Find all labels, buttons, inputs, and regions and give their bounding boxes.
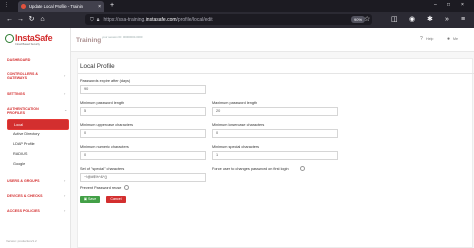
browser-tab[interactable]: Update Local Profile - Trainin × [18, 1, 104, 12]
account-icon[interactable]: ◉ [409, 14, 415, 25]
prevent-reuse-checkbox[interactable] [124, 185, 129, 190]
chevron-right-icon: › [64, 193, 66, 198]
force-change-label: Force user to changes password on first … [212, 167, 289, 171]
nav-devices-checks[interactable]: DEVICES & CHECKS [7, 194, 43, 198]
form-title: Local Profile [80, 63, 115, 70]
url-bar[interactable]: ⛉ 🔒︎ https://ssa-training.instasafe.com/… [85, 14, 372, 25]
nav-dashboard[interactable]: DASHBOARD [7, 58, 30, 62]
minimize-icon[interactable]: – [434, 1, 437, 10]
user-label[interactable]: Me [453, 37, 458, 41]
cancel-button[interactable]: Cancel [106, 196, 126, 203]
password-expiry-label: Passwords expire after (days) [80, 79, 131, 83]
chevron-right-icon: › [64, 73, 66, 78]
chevron-right-icon: › [64, 91, 66, 96]
max-length-label: Maximum password length [212, 101, 258, 105]
min-lowercase-input[interactable]: 0 [212, 129, 338, 138]
home-icon[interactable]: ⌂ [37, 15, 48, 25]
instasafe-logo: InstaSafe Cloud Based Security [5, 33, 53, 48]
nav-settings[interactable]: SETTINGS [7, 92, 25, 96]
nav-item-google[interactable]: Google [13, 162, 25, 166]
special-chars-label: Set of "special" characters [80, 167, 125, 171]
min-numeric-label: Minimum numeric characters [80, 145, 129, 149]
main-content: Local Profile Passwords expire after (da… [71, 52, 474, 248]
user-icon[interactable]: ● [447, 36, 450, 42]
prevent-reuse-label: Prevent Password reuse [80, 186, 122, 190]
min-special-label: Minimum special characters [212, 145, 260, 149]
app-header: Training your session ID: 00000000-0000 … [71, 28, 474, 52]
nav-access-policies[interactable]: ACCESS POLICIES [7, 209, 40, 213]
min-uppercase-label: Minimum uppercase characters [80, 123, 133, 127]
shield-icon[interactable]: ⛉ [90, 17, 94, 23]
max-length-input[interactable]: 20 [212, 107, 338, 116]
panel-divider [78, 73, 474, 74]
help-label[interactable]: Help [426, 37, 433, 41]
local-profile-panel: Local Profile Passwords expire after (da… [77, 58, 474, 248]
force-change-checkbox[interactable] [300, 166, 305, 171]
min-special-input[interactable]: 1 [212, 151, 338, 160]
save-icon: ▣ [83, 197, 87, 201]
maximize-icon[interactable]: □ [447, 1, 450, 10]
chevron-right-icon: › [64, 208, 66, 213]
new-tab-button[interactable]: + [110, 2, 114, 10]
browser-menu-icon[interactable]: ⋮ [4, 1, 9, 10]
nav-users-groups[interactable]: USERS & GROUPS [7, 179, 40, 183]
special-chars-input[interactable]: ~!@#$%^&*() [80, 173, 206, 182]
password-expiry-input[interactable]: 90 [80, 85, 206, 94]
min-uppercase-input[interactable]: 0 [80, 129, 206, 138]
browser-tab-bar: ⋮ Update Local Profile - Trainin × + – □… [0, 0, 474, 12]
tab-close-icon[interactable]: × [98, 4, 101, 10]
nav-auth-label-2: PROFILES [7, 111, 25, 115]
page-title: Training [76, 37, 102, 44]
url-text[interactable]: https://ssa-training.instasafe.com/profi… [103, 17, 212, 23]
nav-controllers-gateways[interactable]: CONTROLLERS & GATEWAYS [7, 72, 38, 80]
min-length-label: Minimum password length [80, 101, 125, 105]
nav-item-radius[interactable]: RADIUS [13, 152, 27, 156]
nav-item-active-directory[interactable]: Active Directory [13, 132, 40, 136]
more-icon[interactable]: » [445, 14, 449, 25]
cancel-button-label: Cancel [110, 197, 122, 201]
nav-item-ldap-profile[interactable]: LDAP Profile [13, 142, 35, 146]
help-icon[interactable]: ? [420, 36, 423, 42]
chevron-right-icon: › [64, 178, 66, 183]
nav-controllers-label-2: GATEWAYS [7, 76, 27, 80]
tab-favicon-icon [21, 4, 26, 9]
zoom-level-badge[interactable]: 90% [351, 16, 366, 23]
version-text: Version: production/1.2 [6, 239, 37, 243]
min-length-input[interactable]: 5 [80, 107, 206, 116]
reload-icon[interactable]: ↻ [26, 15, 37, 25]
save-button[interactable]: ▣Save [80, 196, 100, 203]
pocket-icon[interactable]: ◫ [391, 14, 398, 25]
nav-authentication-profiles[interactable]: AUTHENTICATION PROFILES [7, 107, 39, 115]
bookmark-star-icon[interactable]: ☆ [364, 14, 370, 25]
min-numeric-input[interactable]: 0 [80, 151, 206, 160]
session-info: your session ID: 00000000-0000 [102, 35, 143, 39]
forward-icon[interactable]: → [15, 15, 26, 25]
lock-icon[interactable]: 🔒︎ [97, 17, 100, 23]
save-button-label: Save [88, 197, 97, 201]
nav-item-local[interactable]: Local [8, 120, 68, 129]
back-icon[interactable]: ← [4, 15, 15, 25]
sidebar: InstaSafe Cloud Based Security DASHBOARD… [0, 28, 71, 248]
close-window-icon[interactable]: × [461, 1, 464, 10]
hamburger-menu-icon[interactable]: ≡ [461, 14, 465, 25]
extensions-icon[interactable]: ✱ [427, 14, 433, 25]
nav-item-local-label: Local [14, 123, 24, 127]
logo-mark-icon [5, 34, 14, 43]
tab-title: Update Local Profile - Trainin [29, 4, 83, 9]
chevron-down-icon: ⌄ [64, 107, 68, 112]
min-lowercase-label: Minimum lowercase characters [212, 123, 265, 127]
